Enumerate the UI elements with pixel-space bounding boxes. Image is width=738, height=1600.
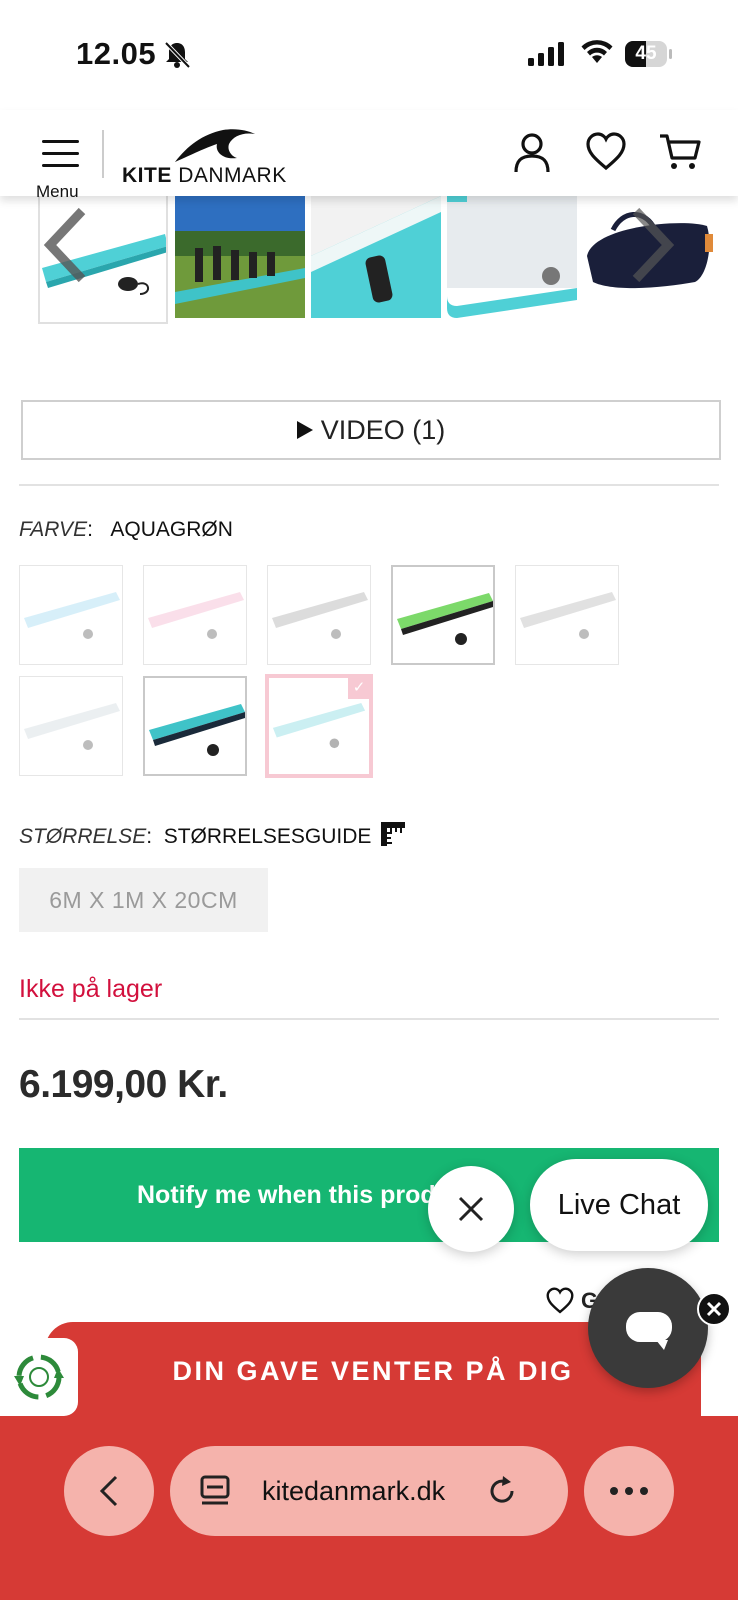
battery-level: 45 [635,43,657,64]
close-icon [458,1196,484,1222]
color-swatch-light-blue[interactable] [19,565,123,665]
color-swatch-aquagreen[interactable]: ✓ [265,674,373,778]
site-header: Menu KITE DANMARK [0,110,738,201]
color-swatch-white[interactable] [19,676,123,776]
chevron-left-icon[interactable] [42,205,92,285]
chevron-right-icon[interactable] [626,205,676,285]
video-button-label: VIDEO (1) [320,414,446,445]
color-swatch-green[interactable] [391,565,495,665]
check-icon: ✓ [348,678,369,699]
ellipsis-icon [610,1487,648,1495]
color-swatch-pink[interactable] [143,565,247,665]
logo-text: KITE DANMARK [122,164,287,187]
heart-outline-icon [546,1287,574,1314]
heart-icon[interactable] [584,130,628,174]
wave-logo-icon [175,129,255,162]
product-price: 6.199,00 Kr. [19,1063,228,1106]
thumbnail-4[interactable] [447,196,577,318]
divider [19,1018,719,1020]
ruler-icon[interactable] [381,822,406,846]
menu-label: Menu [36,182,79,201]
reader-icon [200,1475,230,1505]
menu-button[interactable]: Menu [36,128,86,201]
gift-banner-label: DIN GAVE VENTER PÅ DIG [172,1356,574,1386]
close-chat-prompt-button[interactable] [428,1166,514,1252]
notify-me-label: Notify me when this prod [137,1180,436,1209]
reload-icon[interactable] [485,1474,519,1508]
color-option-label: FARVE: AQUAGRØN [19,518,233,541]
video-button[interactable]: VIDEO (1) [21,400,721,460]
live-chat-label: Live Chat [557,1188,681,1221]
battery-icon: 45 [624,40,674,68]
site-logo[interactable]: KITE DANMARK [120,128,300,187]
close-icon [706,1301,722,1317]
play-icon [296,421,313,439]
stock-status: Ikke på lager [19,975,163,1003]
divider [19,484,719,486]
signal-icon [528,42,564,66]
cart-icon[interactable] [658,130,702,174]
chevron-left-icon [99,1475,118,1507]
color-swatch-teal[interactable] [143,676,247,776]
recycle-badge[interactable] [0,1338,78,1416]
account-icon[interactable] [510,130,554,174]
header-divider [102,130,104,178]
color-swatch-silver[interactable] [515,565,619,665]
size-option-label: STØRRELSE: STØRRELSESGUIDE [19,822,406,849]
recycle-icon [14,1354,64,1400]
color-option-value: AQUAGRØN [110,518,233,541]
wifi-icon [581,40,613,63]
size-option-button[interactable]: 6M X 1M X 20CM [19,868,268,932]
bell-off-icon [164,41,191,69]
address-bar[interactable]: kitedanmark.dk [170,1446,568,1536]
thumbnail-3[interactable] [311,196,441,318]
close-chat-launcher-button[interactable] [697,1292,731,1326]
thumbnail-2[interactable] [175,196,305,318]
color-swatch-grey[interactable] [267,565,371,665]
status-time: 12.05 [76,36,157,71]
size-guide-link[interactable]: STØRRELSESGUIDE [164,825,372,848]
url-text: kitedanmark.dk [262,1475,446,1506]
back-button[interactable] [64,1446,154,1536]
more-options-button[interactable] [584,1446,674,1536]
chat-launcher-button[interactable] [588,1268,708,1388]
live-chat-prompt[interactable]: Live Chat [530,1159,708,1251]
browser-toolbar: kitedanmark.dk [0,1416,738,1600]
status-bar: 12.05 45 [0,0,738,110]
chat-bubble-icon [626,1312,672,1350]
